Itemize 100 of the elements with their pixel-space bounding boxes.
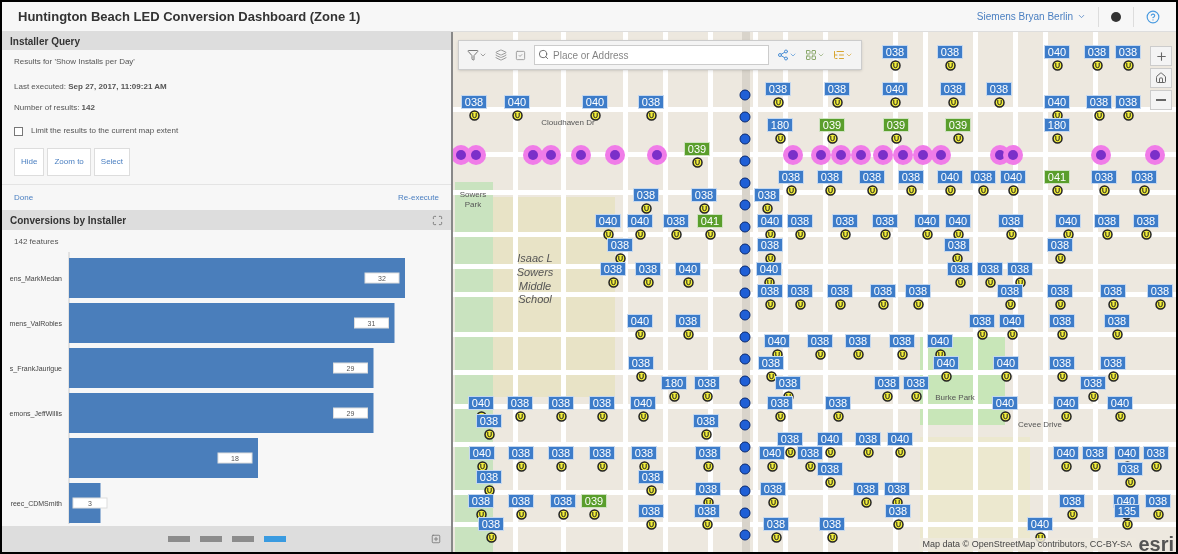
fixture-icon [556, 461, 567, 472]
fixture-icon [701, 429, 712, 440]
fixture-icon [469, 110, 480, 121]
fixture-icon [597, 461, 608, 472]
fixture-icon [1052, 133, 1063, 144]
fixture-tag: 038 [1049, 314, 1075, 328]
limit-checkbox[interactable] [14, 126, 23, 136]
page-indicator[interactable] [199, 536, 222, 542]
fixture-tag: 038 [1084, 45, 1110, 59]
query-button[interactable]: Hide [14, 148, 45, 176]
fixture-icon [1052, 185, 1063, 196]
fixture-tag: 040 [630, 396, 656, 410]
fixture-icon [1055, 299, 1066, 310]
fixture-icon [941, 371, 952, 382]
fixture-icon [702, 391, 713, 402]
fixture-icon [785, 447, 796, 458]
fixture-tag: 038 [1082, 446, 1108, 460]
fixture-tag: 040 [1107, 396, 1133, 410]
fixture-icon [1099, 185, 1110, 196]
fixture-tag: 040 [1055, 214, 1081, 228]
zoom-out-button[interactable] [1150, 90, 1172, 110]
fixture-tag: 039 [684, 142, 710, 156]
fixture-icon [775, 133, 786, 144]
fixture-tag: 038 [628, 356, 654, 370]
fixture-icon [945, 60, 956, 71]
page-indicator[interactable] [263, 536, 286, 542]
highlighted-point-icon [605, 145, 625, 165]
fixture-tag: 040 [992, 396, 1018, 410]
fixture-icon [1125, 477, 1136, 488]
fixture-tag: 040 [1044, 45, 1070, 59]
fixture-icon [835, 299, 846, 310]
fixture-icon [702, 519, 713, 530]
fixture-tag: 041 [1044, 170, 1070, 184]
share-button[interactable] [777, 49, 797, 61]
fixture-tag: 038 [969, 314, 995, 328]
fixture-icon [1108, 371, 1119, 382]
fixture-icon [1090, 461, 1101, 472]
zoom-in-button[interactable] [1150, 46, 1172, 66]
fixture-icon [1008, 185, 1019, 196]
highlighted-point-icon [811, 145, 831, 165]
filter-button[interactable] [467, 49, 487, 61]
home-button[interactable] [1150, 68, 1172, 88]
fixture-icon [683, 329, 694, 340]
search-field[interactable]: Place or Address [534, 45, 769, 65]
fixture-icon [556, 411, 567, 422]
fixture-tag: 038 [754, 188, 780, 202]
fixture-icon [815, 349, 826, 360]
fixture-tag: 038 [1049, 356, 1075, 370]
user-menu[interactable]: Siemens Bryan Berlin [976, 9, 1086, 24]
re-execute-link[interactable]: Re-execute [398, 191, 439, 204]
fixture-tag: 040 [937, 170, 963, 184]
fixture-tag: 038 [1059, 494, 1085, 508]
fixture-tag: 038 [884, 482, 910, 496]
page-indicator[interactable] [167, 536, 190, 542]
help-icon[interactable] [1146, 9, 1160, 24]
fixture-tag: 040 [504, 95, 530, 109]
legend-button[interactable] [833, 49, 853, 61]
fixture-tag: 038 [817, 462, 843, 476]
fixture-tag: 180 [661, 376, 687, 390]
query-button[interactable]: Zoom to [47, 148, 91, 176]
highlighted-point-icon [1003, 145, 1023, 165]
fixture-icon [880, 229, 891, 240]
fixture-icon [635, 229, 646, 240]
fixture-tag: 180 [767, 118, 793, 132]
highlighted-point-icon [1091, 145, 1111, 165]
fixture-icon [953, 133, 964, 144]
page-indicator[interactable] [231, 536, 254, 542]
fixture-tag: 040 [1027, 517, 1053, 531]
fixture-tag: 038 [807, 334, 833, 348]
select-icon[interactable] [515, 49, 526, 61]
fixture-tag: 038 [1080, 376, 1106, 390]
fixture-tag: 040 [882, 82, 908, 96]
fixture-tag: 038 [765, 82, 791, 96]
fixture-tag: 040 [914, 214, 940, 228]
fixture-tag: 039 [945, 118, 971, 132]
done-link[interactable]: Done [14, 191, 34, 204]
dot-icon[interactable] [1111, 11, 1121, 22]
fixture-icon [638, 411, 649, 422]
caret-icon [789, 51, 797, 59]
basemap-button[interactable] [805, 49, 825, 61]
fixture-icon [1001, 371, 1012, 382]
fixture-tag: 038 [797, 446, 823, 460]
query-button[interactable]: Select [93, 148, 131, 176]
fixture-tag: 038 [1091, 170, 1117, 184]
fixture-tag: 040 [627, 214, 653, 228]
fixture-icon [1061, 461, 1072, 472]
layers-icon[interactable] [495, 49, 507, 61]
add-icon[interactable] [431, 534, 441, 544]
fixture-icon [786, 185, 797, 196]
fixture-tag: 040 [887, 432, 913, 446]
highlighted-point-icon [831, 145, 851, 165]
fixture-tag: 040 [582, 95, 608, 109]
fixture-icon [1052, 60, 1063, 71]
expand-icon[interactable] [432, 214, 443, 226]
fixture-tag: 040 [993, 356, 1019, 370]
grid-icon [805, 49, 817, 61]
share-icon [777, 49, 789, 61]
fixture-icon [703, 461, 714, 472]
fixture-tag: 038 [986, 82, 1012, 96]
fixture-icon [767, 461, 778, 472]
